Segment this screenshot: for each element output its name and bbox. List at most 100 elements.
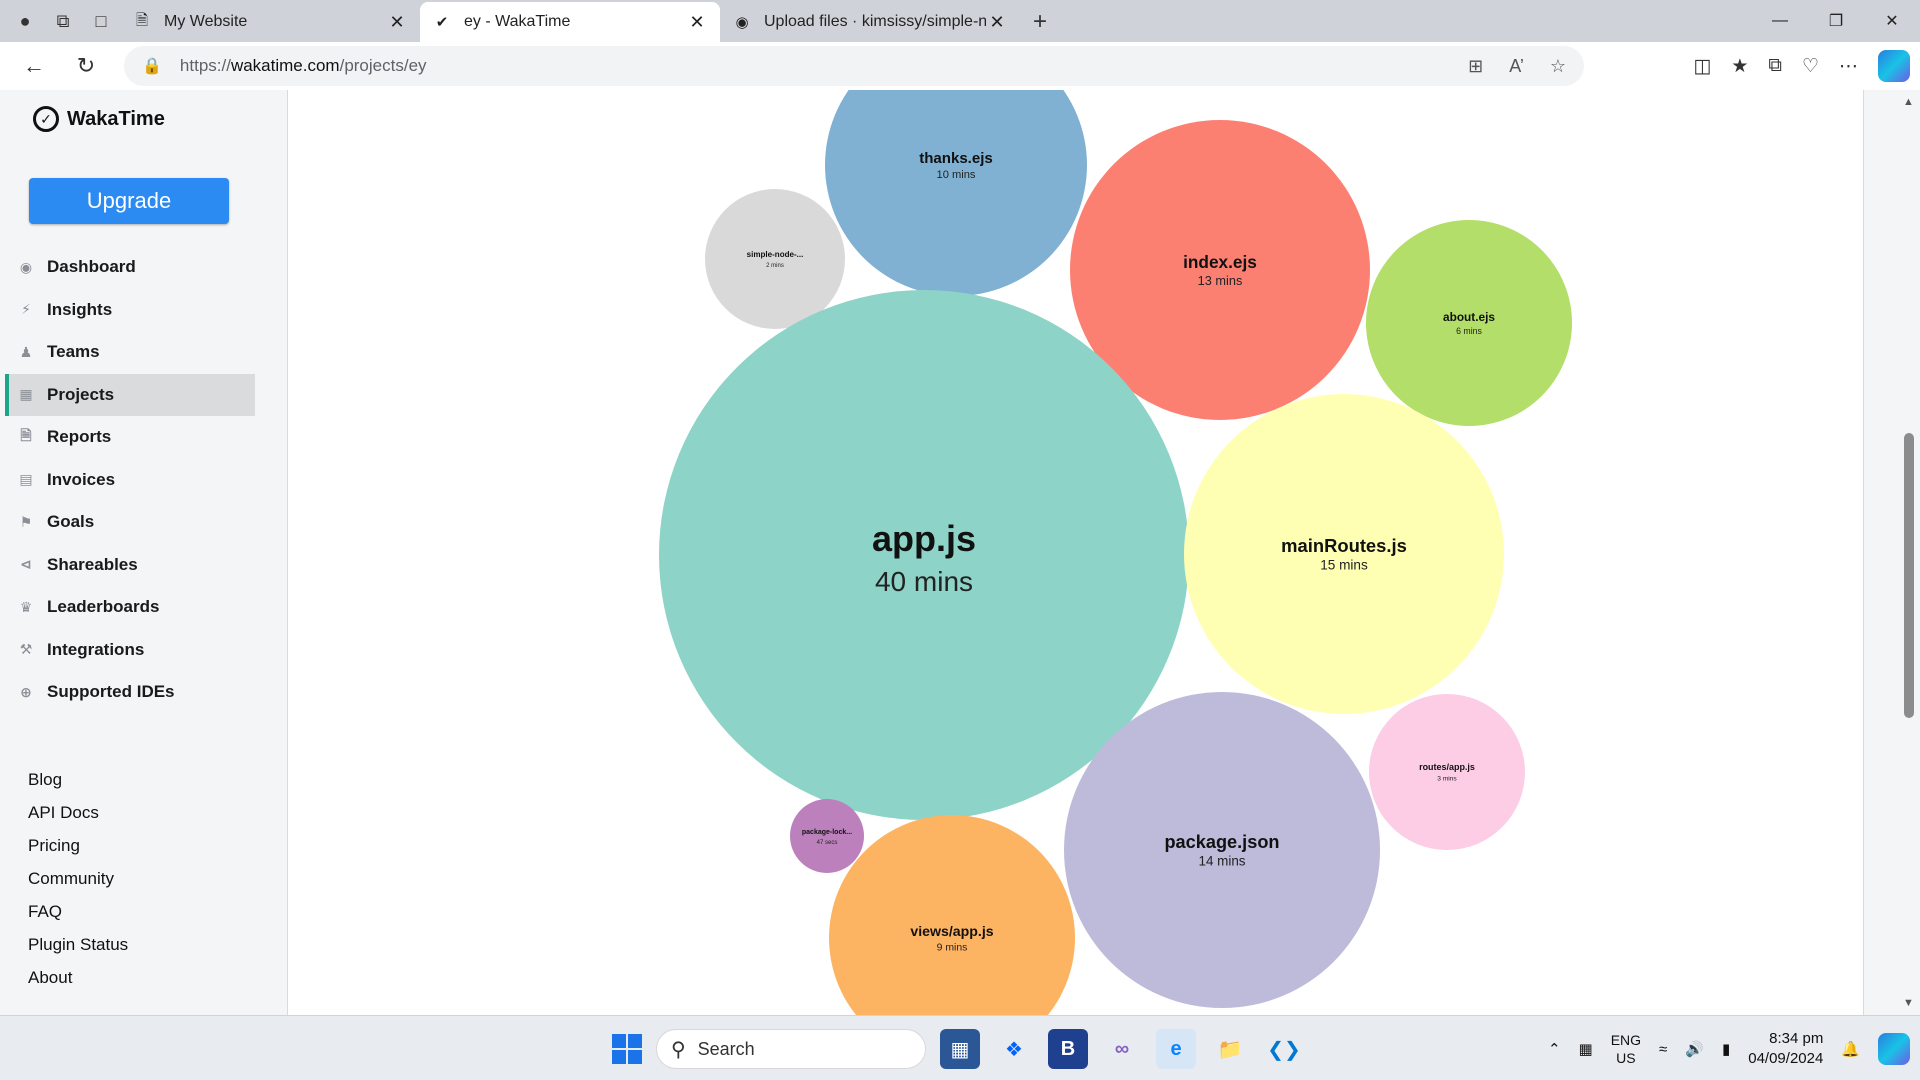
file-bubble[interactable]: routes/app.js 3 mins: [1369, 694, 1525, 850]
visual-studio-icon[interactable]: ∞: [1102, 1029, 1142, 1069]
file-bubble[interactable]: package-lock... 47 secs: [790, 799, 864, 873]
wifi-icon[interactable]: ≈: [1659, 1041, 1667, 1058]
sidebar-item-leaderboards[interactable]: ♛ Leaderboards: [5, 586, 255, 629]
file-bubble[interactable]: mainRoutes.js 15 mins: [1184, 394, 1504, 714]
favorite-star-icon[interactable]: ☆: [1550, 56, 1566, 77]
page-icon: 🗎: [135, 11, 149, 29]
sidebar-item-supported-ides[interactable]: ⊕ Supported IDEs: [5, 671, 255, 714]
minimize-icon[interactable]: —: [1752, 0, 1808, 42]
restore-icon[interactable]: ❐: [1808, 0, 1864, 42]
taskbar-search[interactable]: ⚲ Search: [656, 1029, 926, 1069]
file-bubble[interactable]: package.json14 mins: [1064, 692, 1380, 1008]
sidebar-item-reports[interactable]: 🗎 Reports: [5, 416, 255, 459]
clock-date: 04/09/2024: [1748, 1050, 1824, 1067]
footer-link-api-docs[interactable]: API Docs: [28, 803, 128, 836]
browser-essentials-icon[interactable]: ♡: [1802, 55, 1819, 78]
sidebar-item-projects[interactable]: ▦ Projects: [5, 373, 255, 416]
footer-link-community[interactable]: Community: [28, 869, 128, 902]
copilot-taskbar-icon[interactable]: [1878, 1033, 1910, 1065]
file-bubble[interactable]: views/app.js 9 mins: [829, 815, 1075, 1015]
file-bubble-time: 13 mins: [1198, 273, 1243, 288]
file-bubble[interactable]: about.ejs 6 mins: [1366, 220, 1572, 426]
file-bubble-circle[interactable]: [705, 189, 845, 329]
sidebar-item-invoices[interactable]: ▤ Invoices: [5, 459, 255, 502]
microsoft-store-icon[interactable]: ▦: [940, 1029, 980, 1069]
sidebar-item-dashboard[interactable]: ◉ Dashboard: [5, 246, 255, 289]
keyboard-layout-icon[interactable]: ▦: [1579, 1040, 1593, 1058]
clock[interactable]: 8:34 pm 04/09/2024: [1748, 1029, 1823, 1069]
sidebar-item-goals[interactable]: ⚑ Goals: [5, 501, 255, 544]
footer-link-plugin-status[interactable]: Plugin Status: [28, 935, 128, 968]
edge-browser-icon[interactable]: e: [1156, 1029, 1196, 1069]
footer-link-about[interactable]: About: [28, 968, 128, 1001]
profile-icon[interactable]: ●: [6, 2, 44, 40]
sidebar-item-label: Projects: [47, 384, 115, 404]
back-button[interactable]: ←: [8, 46, 60, 86]
wakatime-logo[interactable]: ✓ WakaTime: [33, 106, 165, 132]
sidebar-item-teams[interactable]: ♟ Teams: [5, 331, 255, 374]
favorites-icon[interactable]: ★: [1731, 55, 1748, 78]
file-bubble-chart: thanks.ejs 10 mins simple-node-... 2 mins in…: [659, 90, 1572, 1015]
github-icon: ◉: [735, 14, 749, 31]
footer-link-faq[interactable]: FAQ: [28, 902, 128, 935]
footer-link-blog[interactable]: Blog: [28, 770, 128, 803]
sidebar-footer-links: Blog API Docs Pricing Community FAQ Plug…: [28, 770, 128, 1001]
file-bubble-time: 40 mins: [875, 566, 973, 597]
file-bubble-circle[interactable]: [829, 815, 1075, 1015]
file-explorer-icon[interactable]: 📁: [1210, 1029, 1250, 1069]
windows-start-icon[interactable]: [612, 1034, 642, 1064]
battery-icon[interactable]: ▮: [1722, 1040, 1730, 1058]
workspaces-icon[interactable]: ⧉: [44, 2, 82, 40]
url-text[interactable]: https://wakatime.com/projects/ey: [180, 56, 427, 76]
file-bubble-circle[interactable]: [825, 90, 1087, 296]
wakatime-logo-icon: ✓: [33, 106, 59, 132]
vscode-icon[interactable]: ❮❯: [1264, 1029, 1304, 1069]
app-available-icon[interactable]: ⊞: [1468, 56, 1483, 77]
collections-icon[interactable]: ⧉: [1768, 55, 1782, 77]
file-bubble-name: package-lock...: [802, 829, 852, 836]
scrollbar-thumb[interactable]: [1904, 433, 1914, 718]
tab-wakatime[interactable]: ✔ ey - WakaTime ✕: [420, 2, 720, 42]
language-indicator[interactable]: ENG US: [1611, 1031, 1641, 1067]
url-bar-actions: ⊞ A’ ☆: [1468, 46, 1566, 86]
show-hidden-icons-icon[interactable]: ⌃: [1548, 1040, 1561, 1058]
windows-taskbar: ⚲ Search ▦ ❖ B ∞ e 📁 ❮❯ ⌃ ▦ ENG US ≈ 🔊 ▮…: [0, 1015, 1920, 1080]
new-tab-button[interactable]: +: [1020, 2, 1060, 42]
file-bubble[interactable]: thanks.ejs 10 mins: [825, 90, 1087, 296]
sidebar-item-shareables[interactable]: ⊲ Shareables: [5, 544, 255, 587]
lock-icon[interactable]: 🔒: [142, 56, 162, 76]
split-screen-icon[interactable]: ◫: [1693, 55, 1711, 78]
taskbar-apps: ⚲ Search ▦ ❖ B ∞ e 📁 ❮❯: [612, 1026, 1304, 1072]
more-options-icon[interactable]: ⋯: [1839, 55, 1858, 78]
footer-link-pricing[interactable]: Pricing: [28, 836, 128, 869]
copilot-icon[interactable]: [1878, 50, 1910, 82]
volume-icon[interactable]: 🔊: [1685, 1040, 1704, 1058]
read-aloud-icon[interactable]: A’: [1509, 56, 1524, 77]
file-bubble-name: package.json: [1164, 832, 1279, 852]
close-window-icon[interactable]: ✕: [1864, 0, 1920, 42]
close-tab-icon[interactable]: ✕: [986, 12, 1008, 33]
sidebar-item-insights[interactable]: ⚡ Insights: [5, 289, 255, 332]
sidebar-item-label: Insights: [47, 299, 113, 319]
scroll-down-icon[interactable]: ▼: [1903, 997, 1914, 1009]
sidebar-item-label: Shareables: [47, 554, 138, 574]
url-bar[interactable]: 🔒 https://wakatime.com/projects/ey ⊞ A’ …: [124, 46, 1584, 86]
tab-my-website[interactable]: 🗎 My Website ✕: [120, 2, 420, 42]
notifications-icon[interactable]: 🔔: [1841, 1040, 1860, 1058]
refresh-button[interactable]: ↻: [60, 46, 112, 86]
tab-actions-icon[interactable]: □: [82, 2, 120, 40]
file-bubble-circle[interactable]: [1369, 694, 1525, 850]
scroll-up-icon[interactable]: ▲: [1903, 96, 1914, 108]
tab-github-upload[interactable]: ◉ Upload files · kimsissy/simple-noc ✕: [720, 2, 1020, 42]
file-bubble-name: routes/app.js: [1419, 762, 1475, 772]
sidebar-item-integrations[interactable]: ⚒ Integrations: [5, 629, 255, 672]
file-bubble[interactable]: simple-node-... 2 mins: [705, 189, 845, 329]
browser-tab-strip: ● ⧉ □ 🗎 My Website ✕ ✔ ey - WakaTime ✕ ◉…: [0, 0, 1920, 42]
dropbox-icon[interactable]: ❖: [994, 1029, 1034, 1069]
close-tab-icon[interactable]: ✕: [386, 12, 408, 33]
booking-app-icon[interactable]: B: [1048, 1029, 1088, 1069]
close-tab-icon[interactable]: ✕: [686, 12, 708, 33]
file-bubble-circle[interactable]: [790, 799, 864, 873]
upgrade-button[interactable]: Upgrade: [29, 178, 229, 224]
page-scrollbar[interactable]: ▲ ▼: [1898, 90, 1920, 1015]
